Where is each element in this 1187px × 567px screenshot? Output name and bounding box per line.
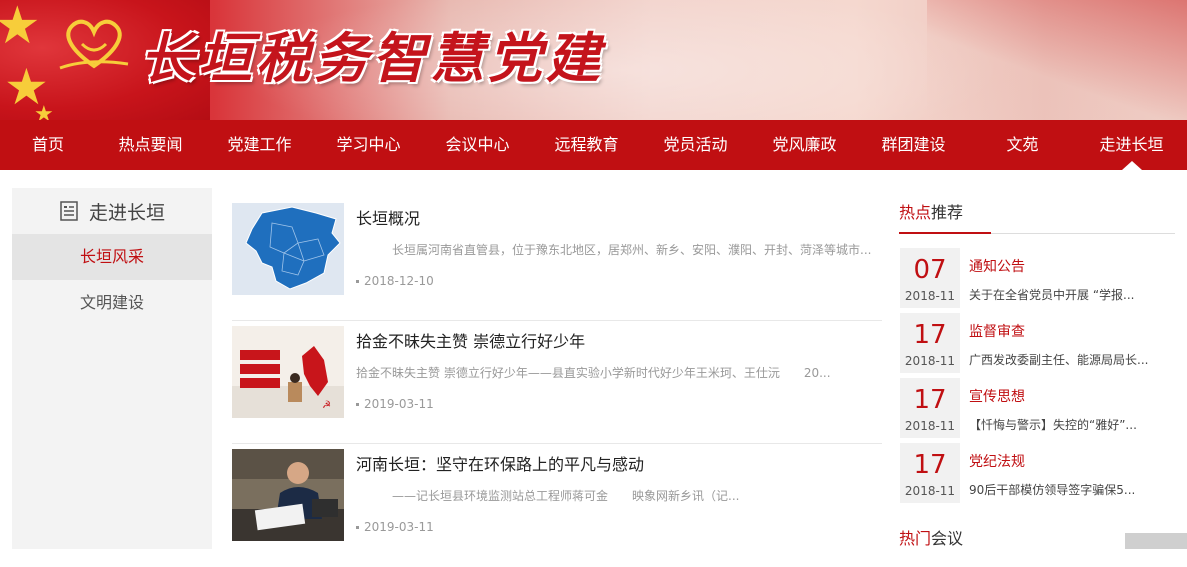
list-item: 长垣概况 长垣属河南省直管县，位于豫东北地区，居郑州、新乡、安阳、濮阳、开封、菏… [232, 198, 882, 321]
article-thumbnail-map[interactable] [232, 203, 344, 295]
date-box: 17 2018-11 [900, 378, 960, 438]
nav-item-member-activities[interactable]: 党员活动 [641, 120, 750, 170]
article-date: 2019-03-11 [356, 520, 434, 534]
nav-item-about[interactable]: 走进长垣 [1077, 120, 1186, 170]
hot-item-summary[interactable]: 【忏悔与警示】失控的“雅好”... [969, 416, 1137, 433]
nav-item-party-work[interactable]: 党建工作 [205, 120, 314, 170]
hot-item: 17 2018-11 党纪法规 90后干部模仿领导签字骗保5... [899, 443, 1175, 503]
hot-item: 07 2018-11 通知公告 关于在全省党员中开展 “学报... [899, 248, 1175, 308]
hot-item-category[interactable]: 监督审查 [969, 321, 1025, 341]
hot-item-category[interactable]: 通知公告 [969, 256, 1025, 276]
nav-item-hot-news[interactable]: 热点要闻 [96, 120, 205, 170]
list-item: ☭ 拾金不昧失主赞 崇德立行好少年 拾金不昧失主赞 崇德立行好少年——县直实验小… [232, 321, 882, 444]
article-date: 2019-03-11 [356, 397, 434, 411]
star-icon: ★ [34, 102, 54, 121]
document-list-icon [60, 201, 78, 221]
nav-item-literature[interactable]: 文苑 [968, 120, 1077, 170]
sidebar-item-changyuan-style[interactable]: 长垣风采 [12, 234, 212, 280]
article-thumbnail-photo[interactable] [232, 449, 344, 541]
star-icon: ★ [0, 0, 41, 56]
nav-item-meeting-center[interactable]: 会议中心 [423, 120, 532, 170]
main-nav: 首页 热点要闻 党建工作 学习中心 会议中心 远程教育 党员活动 党风廉政 群团… [0, 120, 1187, 170]
nav-item-home[interactable]: 首页 [0, 120, 96, 170]
article-title[interactable]: 拾金不昧失主赞 崇德立行好少年 [356, 328, 585, 352]
hot-item-summary[interactable]: 90后干部模仿领导签字骗保5... [969, 481, 1135, 498]
hot-item-summary[interactable]: 广西发改委副主任、能源局局长... [969, 351, 1148, 368]
hot-item-summary[interactable]: 关于在全省党员中开展 “学报... [969, 286, 1134, 303]
site-banner: ★ ★ ★ 长垣税务智慧党建 [0, 0, 1187, 120]
nav-item-integrity[interactable]: 党风廉政 [750, 120, 859, 170]
nav-item-study-center[interactable]: 学习中心 [314, 120, 423, 170]
date-box: 17 2018-11 [900, 443, 960, 503]
scrollbar-thumb[interactable] [1125, 533, 1187, 549]
sidebar-heading-label: 走进长垣 [88, 201, 165, 224]
hot-item: 17 2018-11 宣传思想 【忏悔与警示】失控的“雅好”... [899, 378, 1175, 438]
date-box: 07 2018-11 [900, 248, 960, 308]
article-summary: ——记长垣县环境监测站总工程师蒋可金 映象网新乡讯（记... [392, 489, 740, 503]
heart-logo-icon [59, 19, 129, 70]
nav-item-remote-education[interactable]: 远程教育 [532, 120, 641, 170]
nav-item-groups[interactable]: 群团建设 [859, 120, 968, 170]
site-title: 长垣税务智慧党建 [140, 26, 604, 90]
banner-flag-right [927, 0, 1187, 120]
hot-item-category[interactable]: 宣传思想 [969, 386, 1025, 406]
article-title[interactable]: 河南长垣：坚守在环保路上的平凡与感动 [356, 451, 644, 475]
hot-item-category[interactable]: 党纪法规 [969, 451, 1025, 471]
article-title[interactable]: 长垣概况 [356, 205, 420, 229]
hot-recommend-panel: 热点推荐 07 2018-11 通知公告 关于在全省党员中开展 “学报... 1… [899, 198, 1175, 549]
sidebar-item-civilization[interactable]: 文明建设 [12, 280, 212, 326]
date-box: 17 2018-11 [900, 313, 960, 373]
article-list: 长垣概况 长垣属河南省直管县，位于豫东北地区，居郑州、新乡、安阳、濮阳、开封、菏… [232, 198, 882, 567]
article-summary: 长垣属河南省直管县，位于豫东北地区，居郑州、新乡、安阳、濮阳、开封、菏泽等城市.… [392, 243, 872, 257]
sidebar: 走进长垣 长垣风采 文明建设 [12, 188, 212, 549]
article-thumbnail-photo[interactable]: ☭ [232, 326, 344, 418]
hot-item: 17 2018-11 监督审查 广西发改委副主任、能源局局长... [899, 313, 1175, 373]
svg-text:☭: ☭ [322, 400, 331, 411]
section-title-hot: 热点推荐 [899, 198, 1175, 234]
article-summary: 拾金不昧失主赞 崇德立行好少年——县直实验小学新时代好少年王米珂、王仕沅 20.… [356, 366, 831, 380]
article-date: 2018-12-10 [356, 274, 434, 288]
sidebar-heading: 走进长垣 [12, 188, 212, 234]
